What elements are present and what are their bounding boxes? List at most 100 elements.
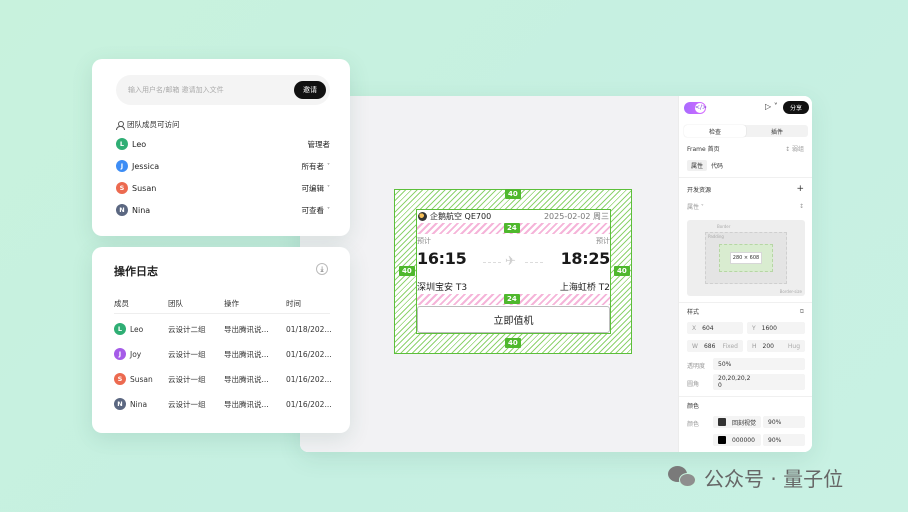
row-action: 导出腾讯说... xyxy=(224,324,269,334)
design-editor-window: 40 40 40 40 企鹅航空 QE700 2025-02-02 周三 24 … xyxy=(300,96,812,452)
member-role-dropdown[interactable]: 可查看 ˅ xyxy=(302,205,331,216)
flight-date: 2025-02-02 周三 xyxy=(543,212,609,221)
row-team: 云设计二组 xyxy=(168,324,206,334)
invite-input[interactable] xyxy=(128,86,294,94)
arrival-airport: 上海虹桥 T2 xyxy=(559,283,610,293)
header-action: 操作 xyxy=(224,298,239,308)
member-row: J Jessica 所有者 ˅ xyxy=(116,159,330,173)
row-time: 01/16/202... xyxy=(286,349,332,359)
member-row: L Leo 管理者 xyxy=(116,137,330,151)
header-time: 时间 xyxy=(286,298,301,308)
border-size-label: Border-size xyxy=(779,289,802,294)
invite-button[interactable]: 邀请 xyxy=(294,81,326,99)
radius-label: 圆角 xyxy=(687,381,700,388)
border-label: Border xyxy=(717,224,731,229)
airline-name: 企鹅航空 QE700 xyxy=(430,212,492,221)
y-field[interactable]: Y 1600 xyxy=(747,322,805,334)
radius-field[interactable]: 20,20,20,2 0 xyxy=(713,374,805,390)
access-title: 团队成员可访问 xyxy=(116,119,180,130)
departure-time: 16:15 xyxy=(417,249,467,268)
subtab-properties[interactable]: 属性 xyxy=(687,160,708,171)
add-asset-icon[interactable]: + xyxy=(796,184,804,194)
avatar: L xyxy=(116,138,128,150)
arrival-time: 18:25 xyxy=(560,249,611,268)
log-table-header: 成员 团队 操作 时间 xyxy=(114,296,330,308)
user-icon xyxy=(116,120,125,130)
row-time: 01/16/202... xyxy=(286,399,332,409)
member-role-dropdown[interactable]: 所有者 ˅ xyxy=(302,161,331,172)
chevron-down-icon: ˅ xyxy=(327,184,330,192)
airplane-icon: ✈ xyxy=(505,254,516,269)
padding-top-tag: 40 xyxy=(505,189,521,199)
box-size: 280 × 608 xyxy=(730,252,762,264)
departure-label: 预计 xyxy=(417,237,431,245)
member-name: Nina xyxy=(132,205,151,215)
x-field[interactable]: X 604 xyxy=(687,322,743,334)
watermark-text: 公众号 · 量子位 xyxy=(704,466,844,491)
color-swatch-1-chip xyxy=(718,418,726,426)
table-row[interactable]: N Nina 云设计一组 导出腾讯说... 01/16/202... xyxy=(114,397,332,411)
copy-icon[interactable]: ⧉ xyxy=(800,308,804,316)
arrival-label: 预计 xyxy=(596,237,610,245)
color-swatch-1[interactable]: 回刻视觉 xyxy=(713,416,761,428)
box-model-diagram: Border Padding 280 × 608 Border-size xyxy=(687,220,805,296)
row-team: 云设计一组 xyxy=(168,349,206,359)
avatar: S xyxy=(114,373,126,385)
gap-top-tag: 24 xyxy=(504,223,520,233)
play-icon[interactable]: ▷ ˅ xyxy=(765,102,778,111)
member-row: N Nina 可查看 ˅ xyxy=(116,203,330,217)
ticket-header: 企鹅航空 QE700 2025-02-02 周三 xyxy=(417,210,610,223)
padding-left-tag: 40 xyxy=(399,266,415,276)
log-divider xyxy=(114,313,330,314)
opacity-label: 透明度 xyxy=(687,363,706,370)
avatar: N xyxy=(116,204,128,216)
row-member: Susan xyxy=(130,374,153,384)
dev-mode-toggle[interactable]: </> xyxy=(684,102,707,114)
row-time: 01/18/202... xyxy=(286,324,332,334)
table-row[interactable]: J Joy 云设计一组 导出腾讯说... 01/16/202... xyxy=(114,347,332,361)
width-field[interactable]: W 686 Fixed xyxy=(687,340,743,352)
swap-icon[interactable]: ↕ xyxy=(799,203,804,210)
wechat-icon xyxy=(668,464,698,490)
download-icon[interactable]: ⤓ xyxy=(316,263,328,275)
member-name: Susan xyxy=(132,183,157,193)
member-row: S Susan 可编辑 ˅ xyxy=(116,181,330,195)
gap-bottom-tag: 24 xyxy=(504,294,520,304)
style-section-label: 样式 xyxy=(687,309,700,316)
checkin-button[interactable]: 立即值机 xyxy=(417,306,610,333)
opacity-field[interactable]: 50% xyxy=(713,358,805,370)
design-canvas[interactable]: 40 40 40 40 企鹅航空 QE700 2025-02-02 周三 24 … xyxy=(300,96,678,452)
row-member: Leo xyxy=(130,324,144,334)
dev-assets-label: 开发资源 xyxy=(687,186,712,194)
route-dash-right xyxy=(525,262,543,263)
chevron-down-icon: ˅ xyxy=(327,162,330,170)
row-team: 云设计一组 xyxy=(168,399,206,409)
color-label: 颜色 xyxy=(687,421,700,428)
tab-inspect[interactable]: 检查 xyxy=(684,125,746,137)
avatar: J xyxy=(114,348,126,360)
subtab-code[interactable]: 代码 xyxy=(711,161,723,170)
height-field[interactable]: H 200 Hug xyxy=(747,340,805,352)
color-opacity-1[interactable]: 90% xyxy=(763,416,805,428)
departure-airport: 深圳宝安 T3 xyxy=(417,283,468,293)
member-role-dropdown[interactable]: 可编辑 ˅ xyxy=(302,183,331,194)
table-row[interactable]: S Susan 云设计一组 导出腾讯说... 01/16/202... xyxy=(114,372,332,386)
selected-frame[interactable]: 40 40 40 40 企鹅航空 QE700 2025-02-02 周三 24 … xyxy=(394,189,632,354)
color-opacity-2[interactable]: 90% xyxy=(763,434,805,446)
row-action: 导出腾讯说... xyxy=(224,349,269,359)
table-row[interactable]: L Leo 云设计二组 导出腾讯说... 01/18/202... xyxy=(114,322,332,336)
frame-label: Frame 首页 xyxy=(687,146,720,153)
operation-log-card: 操作日志 ⤓ 成员 团队 操作 时间 L Leo 云设计二组 导出腾讯说... 0… xyxy=(92,247,350,433)
member-name: Leo xyxy=(132,139,147,149)
flight-ticket-card[interactable]: 企鹅航空 QE700 2025-02-02 周三 24 预计 预计 16:15 … xyxy=(416,209,611,334)
inspector-panel: </> ▷ ˅ 分享 检查 插件 Frame 首页 ↕ 弱组 属性 代码 开发资… xyxy=(678,96,812,452)
team-members-card: 邀请 团队成员可访问 L Leo 管理者 J Jessica 所有者˅ S Su… xyxy=(92,59,350,236)
share-button[interactable]: 分享 xyxy=(783,101,809,114)
row-team: 云设计一组 xyxy=(168,374,206,384)
props-dropdown[interactable]: 属性 ˅ xyxy=(687,202,704,211)
color-swatch-2[interactable]: 000000 xyxy=(713,434,761,446)
frame-action[interactable]: ↕ 弱组 xyxy=(785,144,804,153)
avatar: L xyxy=(114,323,126,335)
tab-plugins[interactable]: 插件 xyxy=(746,125,808,137)
inspector-toolbar: </> ▷ ˅ 分享 xyxy=(679,96,812,120)
